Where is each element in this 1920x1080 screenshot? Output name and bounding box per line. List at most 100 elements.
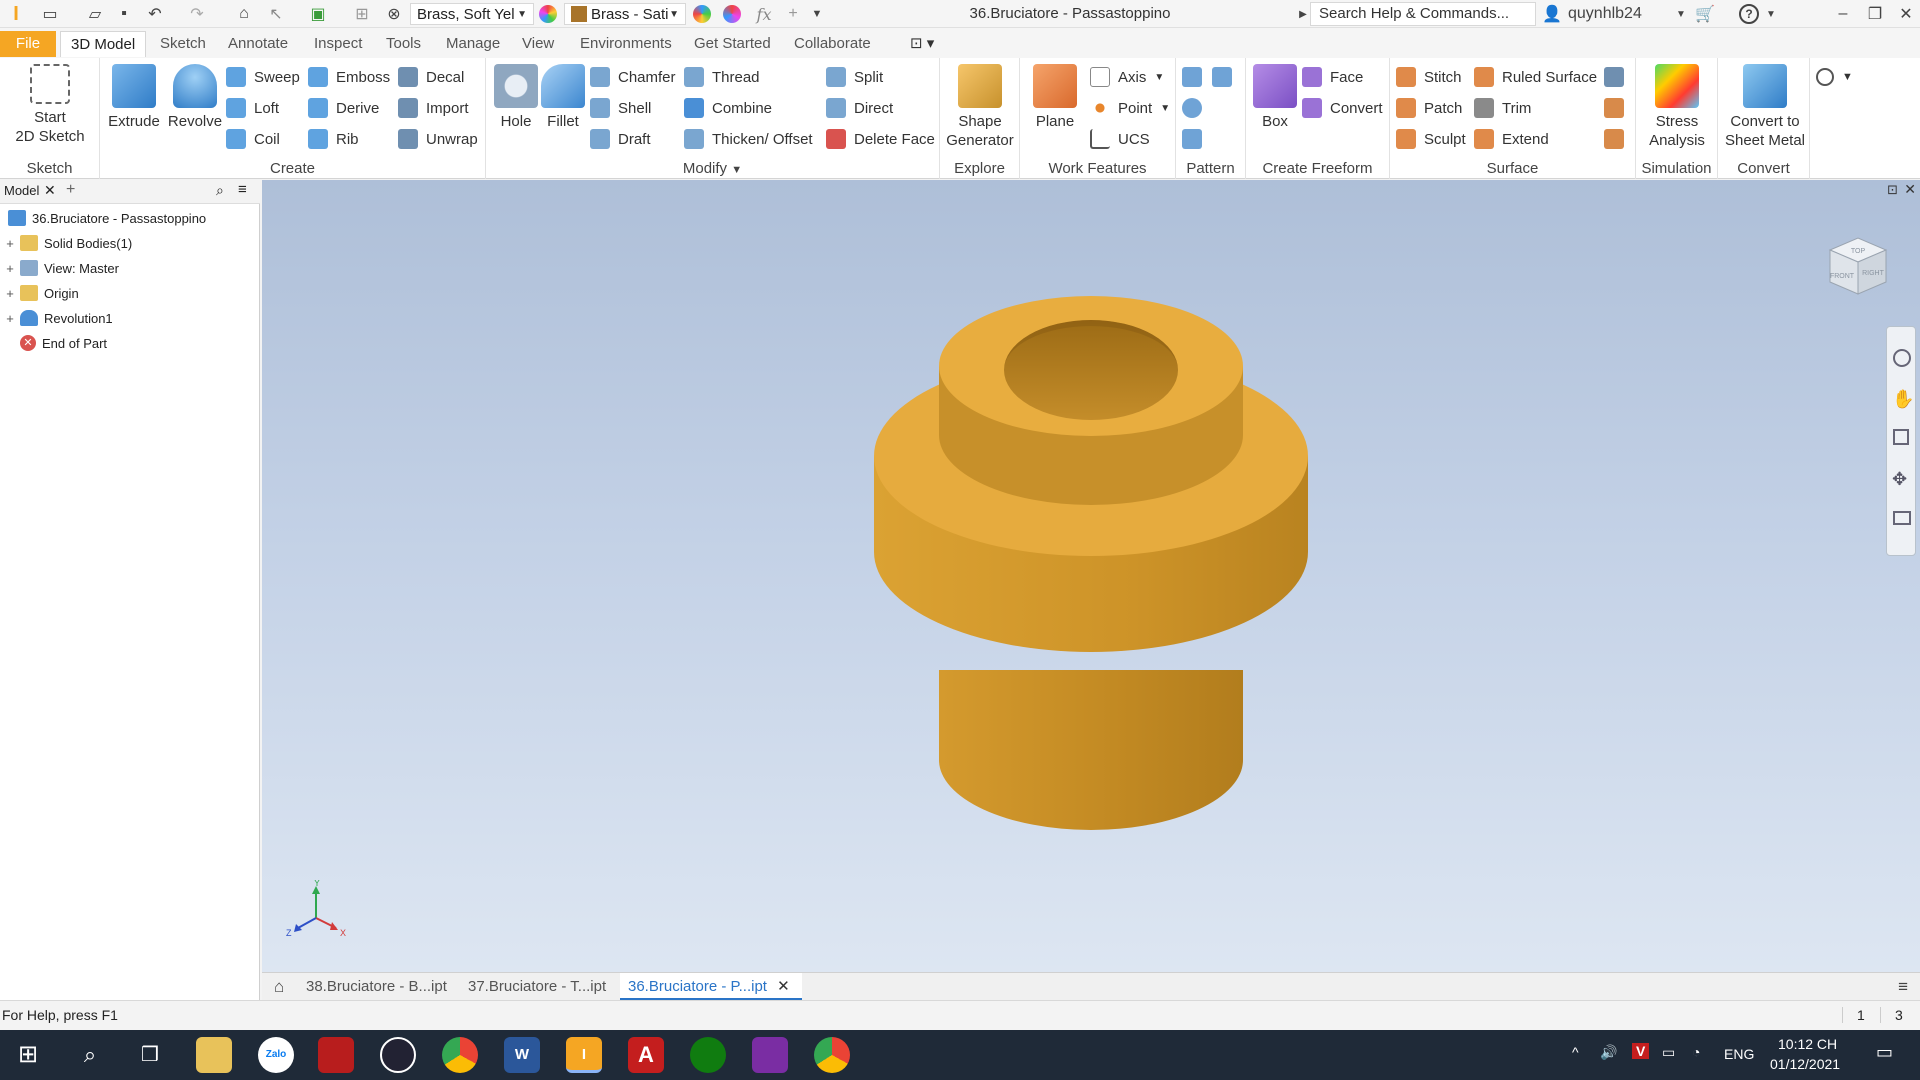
part-model[interactable]	[262, 180, 1920, 972]
file-explorer-icon[interactable]	[196, 1037, 232, 1073]
steering-wheel-icon[interactable]	[1893, 349, 1911, 367]
revolve-button[interactable]: Revolve	[162, 64, 228, 131]
tab-inspect[interactable]: Inspect	[304, 31, 372, 57]
loft-button[interactable]: Loft	[226, 95, 279, 121]
material-dropdown[interactable]: Brass, Soft Yel ▼	[410, 3, 534, 25]
extend-button[interactable]: Extend	[1474, 126, 1549, 152]
chrome-icon[interactable]	[442, 1037, 478, 1073]
tab-tools[interactable]: Tools	[376, 31, 431, 57]
rib-button[interactable]: Rib	[308, 126, 359, 152]
delete-face-button[interactable]: Delete Face	[826, 126, 935, 152]
adjust-appearance-icon[interactable]	[690, 3, 714, 25]
chamfer-button[interactable]: Chamfer	[590, 64, 676, 90]
ribbon-options-button[interactable]: ▼	[1816, 64, 1853, 90]
language-indicator[interactable]: ENG	[1724, 1046, 1754, 1062]
thread-button[interactable]: Thread	[684, 64, 760, 90]
circular-pattern-button[interactable]	[1182, 95, 1210, 121]
inventor-taskbar-icon[interactable]: I	[566, 1037, 602, 1073]
draft-button[interactable]: Draft	[590, 126, 651, 152]
combine-button[interactable]: Combine	[684, 95, 772, 121]
close-window-icon[interactable]: ✕	[1894, 3, 1918, 25]
coil-button[interactable]: Coil	[226, 126, 280, 152]
shell-button[interactable]: Shell	[590, 95, 651, 121]
ucs-button[interactable]: UCS	[1090, 126, 1150, 152]
inventor-logo-icon[interactable]: I	[6, 3, 26, 25]
freeform-convert-button[interactable]: Convert	[1302, 95, 1383, 121]
tab-collaborate[interactable]: Collaborate	[784, 31, 881, 57]
save-icon[interactable]: ▪	[112, 3, 136, 25]
stitch-button[interactable]: Stitch	[1396, 64, 1462, 90]
doc-tab-37[interactable]: 37.Bruciatore - T...ipt	[460, 973, 614, 1001]
look-at-icon[interactable]	[1893, 511, 1911, 525]
select-icon[interactable]: ↖	[264, 3, 288, 25]
redo-icon[interactable]: ↷	[184, 3, 210, 25]
cart-icon[interactable]: 🛒	[1692, 3, 1718, 25]
user-icon[interactable]: 👤	[1540, 3, 1564, 25]
tree-item-origin[interactable]: + Origin	[4, 281, 79, 305]
customize-qat-icon[interactable]: ▼	[808, 3, 826, 25]
expand-icon[interactable]: +	[4, 311, 16, 326]
group-label-modify[interactable]: Modify ▼	[486, 160, 939, 177]
task-view-icon[interactable]: ❒	[132, 1037, 168, 1073]
fillet-button[interactable]: Fillet	[538, 64, 588, 131]
doc-tab-38[interactable]: 38.Bruciatore - B...ipt	[298, 973, 455, 1001]
ribbon-display-icon[interactable]: ⊡ ▾	[900, 31, 944, 57]
tab-environments[interactable]: Environments	[570, 31, 682, 57]
steam-icon[interactable]	[380, 1037, 416, 1073]
undo-icon[interactable]: ↶	[142, 3, 168, 25]
add-icon[interactable]: +	[782, 3, 804, 25]
material-browser-icon[interactable]: ⊗	[382, 3, 406, 25]
close-tab-icon[interactable]: ✕	[44, 182, 56, 199]
tree-item-end-of-part[interactable]: ✕ End of Part	[16, 331, 107, 355]
derive-button[interactable]: Derive	[308, 95, 379, 121]
shape-generator-button[interactable]: Shape Generator	[944, 64, 1016, 150]
help-dropdown-icon[interactable]: ▼	[1764, 3, 1778, 25]
tree-item-revolution1[interactable]: + Revolution1	[4, 306, 113, 330]
close-doc-tab-icon[interactable]: ✕	[777, 978, 790, 995]
doc-tabs-menu-icon[interactable]: ≡	[1890, 973, 1916, 1001]
pdf-app-icon[interactable]	[752, 1037, 788, 1073]
orbit-icon[interactable]: ✥	[1892, 469, 1907, 490]
convert-to-sheet-metal-button[interactable]: Convert to Sheet Metal	[1722, 64, 1808, 150]
trim-button[interactable]: Trim	[1474, 95, 1531, 121]
box-button[interactable]: Box	[1250, 64, 1300, 131]
windows-start-icon[interactable]: ⊞	[10, 1037, 46, 1073]
word-icon[interactable]: W	[504, 1037, 540, 1073]
axis-button[interactable]: Axis ▼	[1090, 64, 1164, 90]
search-icon[interactable]: ⌕	[216, 182, 224, 199]
split-button[interactable]: Split	[826, 64, 883, 90]
add-tab-icon[interactable]: +	[66, 181, 75, 199]
hole-button[interactable]: Hole	[490, 64, 542, 131]
repair-bodies-button[interactable]	[1604, 126, 1632, 152]
volume-icon[interactable]: 🔊	[1600, 1044, 1617, 1061]
tab-annotate[interactable]: Annotate	[218, 31, 298, 57]
expand-icon[interactable]: +	[4, 236, 16, 251]
extrude-button[interactable]: Extrude	[106, 64, 162, 131]
tab-get-started[interactable]: Get Started	[684, 31, 781, 57]
tab-3d-model[interactable]: 3D Model	[60, 31, 147, 57]
notification-icon[interactable]: ▭	[1876, 1042, 1893, 1063]
appearance-dropdown[interactable]: Brass - Sati ▼	[564, 3, 686, 25]
clock-date[interactable]: 01/12/2021	[1770, 1056, 1840, 1072]
thicken-offset-button[interactable]: Thicken/ Offset	[684, 126, 813, 152]
home-icon[interactable]: ⌂	[232, 3, 256, 25]
tab-file[interactable]: File	[0, 31, 56, 57]
measure-icon[interactable]: ⊞	[350, 3, 374, 25]
import-button[interactable]: Import	[398, 95, 469, 121]
tray-expand-icon[interactable]: ^	[1572, 1044, 1579, 1060]
taskbar-search-icon[interactable]: ⌕	[72, 1037, 108, 1073]
boundary-patch-button[interactable]	[1604, 64, 1632, 90]
appearance-color-icon[interactable]	[537, 3, 559, 25]
wifi-icon[interactable]: ◔	[1692, 1044, 1700, 1060]
tree-item-solid-bodies[interactable]: + Solid Bodies(1)	[4, 231, 132, 255]
xbox-icon[interactable]	[690, 1037, 726, 1073]
open-folder-icon[interactable]: ▱	[82, 3, 108, 25]
help-icon[interactable]: ?	[1736, 3, 1762, 25]
battery-icon[interactable]: ▭	[1662, 1044, 1675, 1061]
tree-item-part[interactable]: 36.Bruciatore - Passastoppino	[4, 206, 206, 230]
minimize-icon[interactable]: –	[1830, 3, 1856, 25]
autocad-icon[interactable]: A	[628, 1037, 664, 1073]
search-expand-icon[interactable]: ▶	[1296, 3, 1310, 25]
zalo-icon[interactable]: Zalo	[258, 1037, 294, 1073]
graphics-viewport[interactable]: ⊡ ✕ TOP FRONT RIGHT ✋ ✥ Y X Z	[262, 180, 1920, 972]
